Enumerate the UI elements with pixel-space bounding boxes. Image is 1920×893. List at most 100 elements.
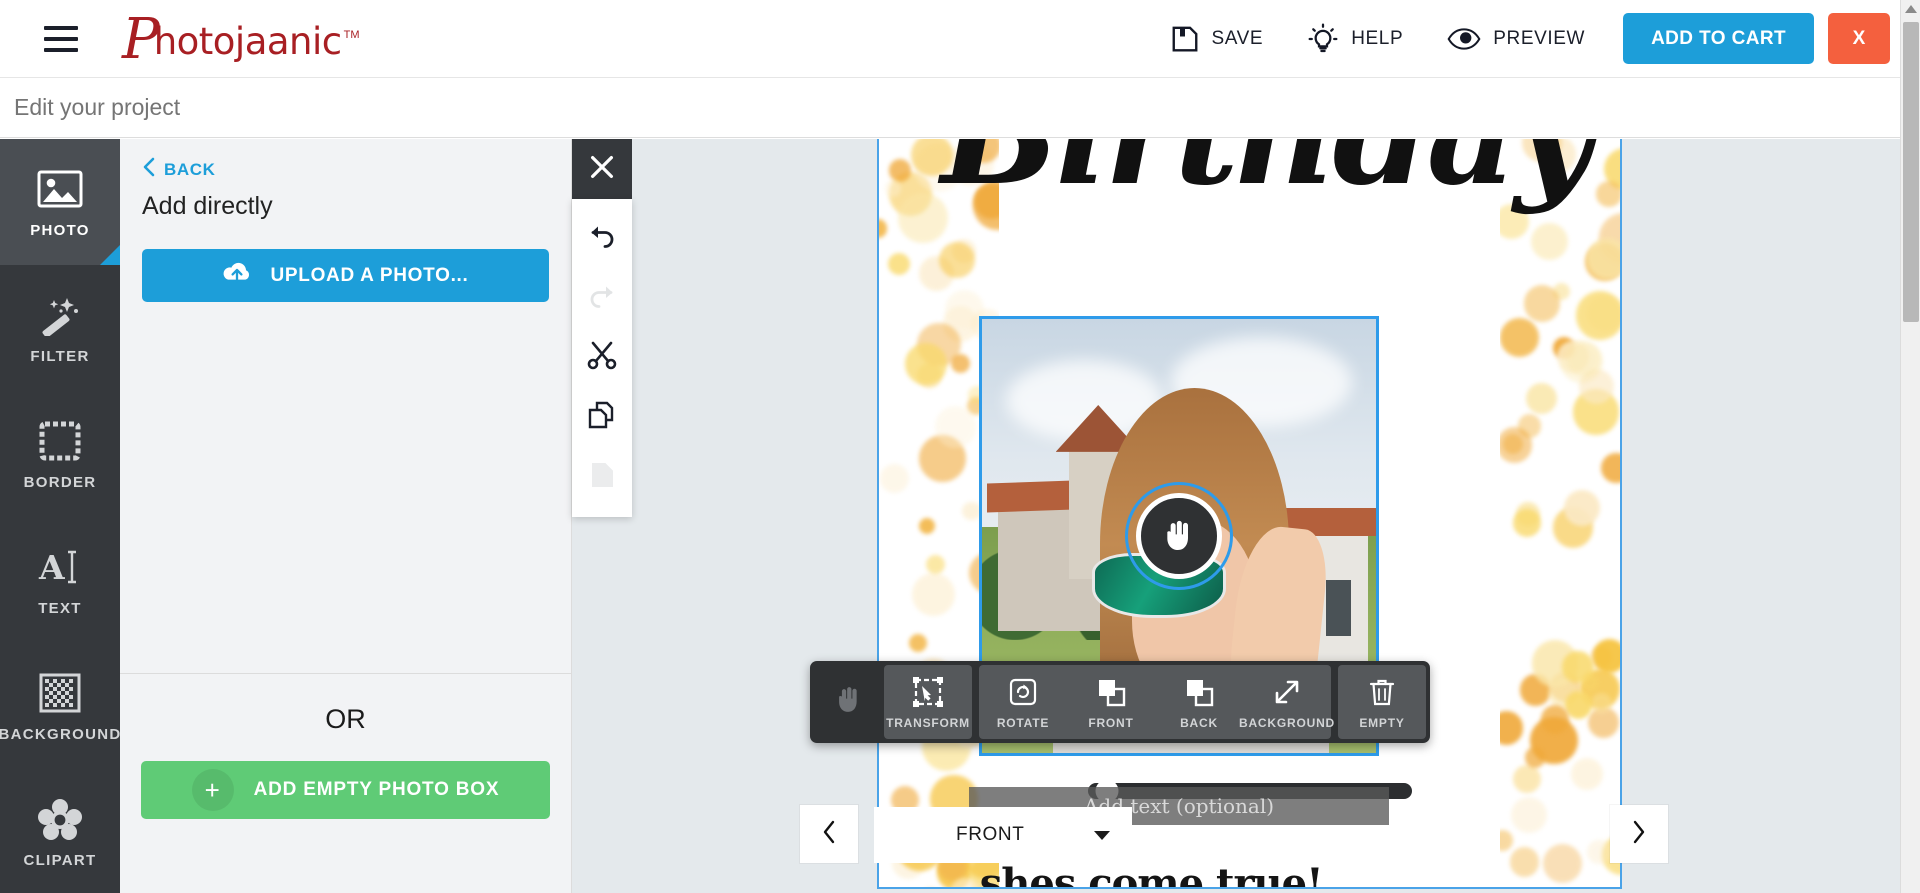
trash-icon <box>1368 675 1396 709</box>
flower-icon <box>35 796 85 842</box>
sidebar-item-photo[interactable]: PHOTO <box>0 139 120 265</box>
logo-trademark: TM <box>343 29 360 41</box>
sidebar-label-filter: FILTER <box>30 347 90 365</box>
project-name-input[interactable] <box>14 94 714 121</box>
preview-label: PREVIEW <box>1493 27 1586 49</box>
scroll-up-arrow-icon[interactable] <box>1904 5 1917 13</box>
redo-button[interactable] <box>572 267 632 327</box>
cloud-upload-icon <box>222 261 252 290</box>
copy-pages-icon <box>586 399 618 436</box>
upload-a-photo-button[interactable]: UPLOAD A PHOTO... <box>142 249 549 302</box>
magic-wand-icon <box>35 292 85 338</box>
save-label: SAVE <box>1211 27 1264 49</box>
sidebar-item-clipart[interactable]: CLIPART <box>0 769 120 893</box>
save-button[interactable]: SAVE <box>1148 24 1286 54</box>
bring-to-front-label: FRONT <box>1088 715 1134 730</box>
hand-drag-icon <box>832 683 866 722</box>
transform-icon <box>913 675 943 709</box>
rotate-icon <box>1008 675 1038 709</box>
panel-header: BACK Add directly <box>120 139 571 221</box>
toolbar-group-delete: EMPTY <box>1338 665 1426 739</box>
sidebar-item-text[interactable]: A TEXT <box>0 517 120 643</box>
edit-tool-list <box>572 199 632 517</box>
scissors-icon <box>586 339 618 376</box>
add-empty-photo-box-label: ADD EMPTY PHOTO BOX <box>253 779 500 800</box>
rotate-button[interactable]: ROTATE <box>979 665 1067 739</box>
chevron-down-icon <box>1094 830 1110 840</box>
toolbar-group-arrange: ROTATE FRONT BACK BACKGROUND <box>979 665 1334 739</box>
paste-page-icon <box>586 459 618 496</box>
undo-arrow-icon <box>587 222 617 253</box>
hand-drag-icon <box>1136 493 1222 579</box>
toolbar-drag-grip[interactable] <box>814 665 884 739</box>
transform-button[interactable]: TRANSFORM <box>884 665 972 739</box>
cut-button[interactable] <box>572 327 632 387</box>
sidebar-item-border[interactable]: BORDER <box>0 391 120 517</box>
add-photo-panel: BACK Add directly UPLOAD A PHOTO... OR +… <box>120 139 572 893</box>
image-icon <box>35 166 85 212</box>
sidebar-item-background[interactable]: BACKGROUND <box>0 643 120 769</box>
chevron-right-icon <box>1631 819 1647 850</box>
bring-to-front-button[interactable]: FRONT <box>1067 665 1155 739</box>
hamburger-menu-icon[interactable] <box>44 25 78 52</box>
photojaanic-logo[interactable]: P hotojaanic TM <box>122 7 362 72</box>
bring-to-front-icon <box>1096 675 1126 709</box>
frame-icon <box>35 418 85 464</box>
card-preview[interactable]: Birthday <box>877 139 1622 889</box>
project-name-bar <box>0 78 1900 138</box>
previous-side-button[interactable] <box>800 805 858 863</box>
sidebar-label-text: TEXT <box>38 599 82 617</box>
set-as-background-button[interactable]: BACKGROUND <box>1239 665 1334 739</box>
paste-button[interactable] <box>572 447 632 507</box>
or-label: OR <box>325 704 366 734</box>
eye-icon <box>1447 26 1481 52</box>
canvas-area[interactable]: Birthday <box>572 139 1900 893</box>
redo-arrow-icon <box>587 282 617 313</box>
sidebar-label-photo: PHOTO <box>30 221 90 239</box>
photo-drag-handle[interactable] <box>1125 482 1233 590</box>
sidebar-label-background: BACKGROUND <box>0 725 122 743</box>
sidebar-label-clipart: CLIPART <box>23 851 97 869</box>
plus-icon: + <box>191 769 234 811</box>
active-corner-marker <box>100 245 120 265</box>
transform-label: TRANSFORM <box>886 715 970 730</box>
svg-text:A: A <box>38 548 65 587</box>
chevron-left-icon <box>821 819 837 850</box>
help-button[interactable]: HELP <box>1285 22 1425 55</box>
bokeh-border-right <box>1500 139 1620 887</box>
lightbulb-icon <box>1307 22 1339 55</box>
empty-photo-button[interactable]: EMPTY <box>1338 665 1426 739</box>
editor-app: P hotojaanic TM SAVE HELP PREVIEW ADD TO… <box>0 0 1920 893</box>
sidebar-item-filter[interactable]: FILTER <box>0 265 120 391</box>
app-header: P hotojaanic TM SAVE HELP PREVIEW ADD TO… <box>0 0 1900 78</box>
send-to-back-icon <box>1184 675 1214 709</box>
logo-initial: P <box>122 7 160 72</box>
close-editor-button[interactable]: X <box>1828 13 1890 64</box>
preview-button[interactable]: PREVIEW <box>1425 26 1607 52</box>
add-to-cart-button[interactable]: ADD TO CART <box>1623 13 1814 64</box>
save-floppy-icon <box>1170 24 1200 54</box>
help-label: HELP <box>1351 27 1404 49</box>
send-to-back-label: BACK <box>1180 715 1218 730</box>
next-side-button[interactable] <box>1610 805 1668 863</box>
rotate-label: ROTATE <box>996 715 1050 730</box>
page-scrollbar[interactable] <box>1900 0 1920 893</box>
copy-button[interactable] <box>572 387 632 447</box>
chevron-left-icon <box>142 157 155 182</box>
zoom-in-button[interactable]: + <box>1422 780 1436 802</box>
side-selector[interactable]: FRONT <box>874 807 1132 863</box>
object-action-toolbar: TRANSFORM ROTATE FRONT BACK BACKGROUND E… <box>810 661 1430 743</box>
tool-rail: PHOTO FILTER BORDER A TEXT BACKGROUND CL… <box>0 139 120 893</box>
panel-back-button[interactable]: BACK <box>142 157 549 182</box>
text-cursor-icon: A <box>35 544 85 590</box>
panel-spacer <box>120 819 571 893</box>
card-footer-text: ...shes come true! <box>941 860 1324 889</box>
send-to-back-button[interactable]: BACK <box>1155 665 1243 739</box>
toolbar-group-transform: TRANSFORM <box>884 665 972 739</box>
edit-tool-strip <box>572 139 632 517</box>
undo-button[interactable] <box>572 207 632 267</box>
close-tool-strip-button[interactable] <box>572 139 632 199</box>
add-empty-photo-box-button[interactable]: + ADD EMPTY PHOTO BOX <box>141 761 550 819</box>
scrollbar-thumb[interactable] <box>1903 22 1919 322</box>
panel-title: Add directly <box>142 192 273 220</box>
